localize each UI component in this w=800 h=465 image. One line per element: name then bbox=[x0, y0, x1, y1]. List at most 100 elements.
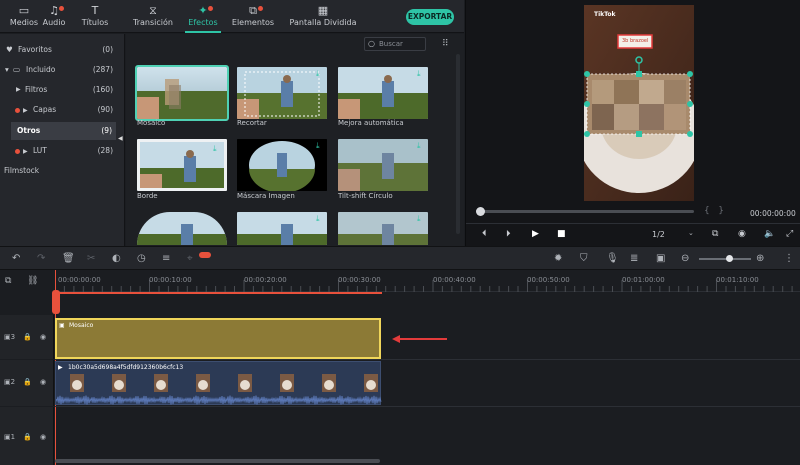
motion-tracking-icon[interactable]: ⌖ bbox=[187, 252, 193, 265]
zoom-in-icon[interactable]: ⊕ bbox=[756, 252, 764, 265]
download-icon[interactable]: ⤓ bbox=[316, 70, 324, 78]
lock-icon[interactable]: 🔒 bbox=[23, 433, 32, 441]
stop-icon[interactable]: ■ bbox=[557, 229, 566, 239]
download-icon[interactable]: ⤓ bbox=[316, 142, 324, 150]
mosaic-effect-clip[interactable]: ▣ Mosaico bbox=[55, 318, 381, 359]
delete-icon[interactable]: 🗑 bbox=[62, 252, 75, 265]
grid-scrollbar[interactable] bbox=[456, 54, 460, 234]
expand-arrow-icon[interactable]: ▶ bbox=[16, 81, 21, 99]
new-badge-dot bbox=[15, 148, 20, 154]
speed-icon[interactable]: ◷ bbox=[137, 252, 146, 265]
expand-arrow-icon[interactable]: ▶ bbox=[23, 148, 28, 155]
tree-item-otros[interactable]: Otros (9) bbox=[11, 122, 116, 140]
lock-icon[interactable]: 🔒 bbox=[23, 378, 32, 386]
expand-chevron-icon[interactable]: ▾ bbox=[5, 61, 9, 79]
tab-elementos[interactable]: ⧉ Elementos bbox=[223, 4, 283, 27]
ruler-time-label: 00:00:10:00 bbox=[149, 276, 192, 284]
eye-icon[interactable]: ◉ bbox=[40, 433, 46, 441]
eye-icon[interactable]: ◉ bbox=[40, 333, 46, 341]
grid-view-icon[interactable]: ⠿ bbox=[442, 39, 449, 49]
color-palette-icon[interactable]: ◐ bbox=[112, 252, 121, 265]
export-button[interactable]: EXPORTAR bbox=[406, 9, 454, 25]
seek-handle[interactable] bbox=[476, 207, 485, 216]
effect-label-mascara: Máscara Imagen bbox=[237, 192, 295, 200]
download-icon[interactable]: ⤓ bbox=[417, 142, 425, 150]
new-badge-dot bbox=[15, 107, 20, 113]
vineyard-thumbnail bbox=[338, 139, 428, 191]
video-clip[interactable]: ▶ 1b0c30a5d698a4f5dfd912360b6cfc13 bbox=[55, 361, 382, 405]
tree-item-label: LUT bbox=[33, 146, 47, 155]
notification-dot bbox=[258, 6, 263, 11]
download-icon[interactable]: ⤓ bbox=[417, 70, 425, 78]
tree-item-label: Capas bbox=[33, 105, 57, 114]
effect-thumb-borde[interactable]: ⤓ bbox=[137, 139, 227, 191]
tree-item-favoritos[interactable]: ♥ Favoritos (0) bbox=[0, 41, 125, 59]
eye-icon[interactable]: ◉ bbox=[40, 378, 46, 386]
subtitle-icon[interactable]: ▣ bbox=[656, 252, 665, 265]
folder-icon: ▭ bbox=[13, 65, 21, 74]
vineyard-thumbnail bbox=[137, 67, 227, 119]
effect-thumb-tiltshift[interactable]: ⤓ bbox=[338, 139, 428, 191]
tab-pantalla-dividida[interactable]: ▦ Pantalla Dividida bbox=[283, 4, 363, 27]
expand-arrow-icon[interactable]: ▶ bbox=[23, 107, 28, 114]
effect-thumb-9[interactable]: ⤓ bbox=[338, 212, 428, 245]
tree-item-incluido[interactable]: ▾ ▭ Incluido (287) bbox=[0, 61, 125, 79]
tab-audio[interactable]: ♫ Audio bbox=[34, 4, 74, 27]
effect-thumb-recortar[interactable]: ⤓ bbox=[237, 67, 327, 119]
play-pause-icon[interactable]: ⏵ bbox=[506, 229, 511, 239]
work-area-bar[interactable] bbox=[56, 292, 382, 294]
render-icon[interactable]: ✹ bbox=[554, 252, 562, 265]
more-icon[interactable]: ⋮ bbox=[784, 252, 794, 265]
play-icon[interactable]: ▶ bbox=[532, 229, 539, 239]
render-preview-icon[interactable]: ⧉ bbox=[712, 229, 718, 239]
vineyard-thumbnail bbox=[338, 212, 428, 245]
adjust-icon[interactable]: ≡ bbox=[162, 252, 170, 265]
new-badge bbox=[199, 252, 211, 258]
volume-icon[interactable]: 🔈 bbox=[764, 229, 775, 239]
effect-thumb-mejora[interactable]: ⤓ bbox=[338, 67, 428, 119]
search-input[interactable]: ○ Buscar bbox=[364, 37, 426, 51]
undo-icon[interactable]: ↶ bbox=[12, 252, 20, 265]
vineyard-thumbnail bbox=[237, 139, 327, 191]
step-back-icon[interactable]: ⏴ bbox=[482, 229, 487, 239]
timeline-ruler[interactable]: 00:00:00:00 00:00:10:00 00:00:20:00 00:0… bbox=[55, 270, 800, 292]
zoom-out-icon[interactable]: ⊖ bbox=[681, 252, 689, 265]
track-number: 2 bbox=[10, 378, 16, 386]
marker-icon[interactable]: ⛉ bbox=[580, 252, 588, 265]
tree-item-filtros[interactable]: ▶ Filtros (160) bbox=[0, 81, 125, 99]
tab-títulos[interactable]: T Títulos bbox=[75, 4, 115, 27]
zoom-slider-handle[interactable] bbox=[726, 255, 733, 262]
tree-item-filmstock[interactable]: Filmstock bbox=[0, 162, 125, 180]
effect-thumb-mosaico[interactable] bbox=[135, 65, 229, 121]
voiceover-icon[interactable]: ≣ bbox=[630, 252, 638, 265]
tree-item-capas[interactable]: ▶ Capas (90) bbox=[0, 101, 125, 119]
snapshot-icon[interactable]: ◉ bbox=[738, 229, 746, 239]
link-icon[interactable]: ⛓ bbox=[27, 276, 38, 286]
mark-in-out-icon[interactable]: { } bbox=[704, 206, 724, 216]
cut-icon[interactable]: ✂ bbox=[87, 252, 95, 265]
timeline-h-scrollbar[interactable] bbox=[55, 459, 380, 463]
lock-icon[interactable]: 🔒 bbox=[23, 333, 32, 341]
ruler-time-label: 00:00:50:00 bbox=[527, 276, 570, 284]
tree-item-count: (0) bbox=[102, 45, 113, 54]
tab-label: Títulos bbox=[81, 18, 109, 27]
microphone-icon[interactable]: 🎙 bbox=[606, 252, 619, 265]
effect-thumb-8[interactable]: ⤓ bbox=[237, 212, 327, 245]
download-icon[interactable] bbox=[216, 70, 224, 78]
tree-item-lut[interactable]: ▶ LUT (28) bbox=[0, 142, 125, 160]
collapse-panel-icon[interactable]: ◀ bbox=[118, 135, 123, 142]
download-icon[interactable]: ⤓ bbox=[316, 215, 324, 223]
preview-quality-select[interactable]: 1/2 bbox=[652, 230, 665, 239]
track-header-2: ▣2 🔒 ◉ bbox=[0, 360, 54, 406]
tree-item-label: Favoritos bbox=[18, 45, 52, 54]
chevron-down-icon[interactable]: ⌄ bbox=[688, 229, 694, 237]
effect-thumb-mascara[interactable]: ⤓ bbox=[237, 139, 327, 191]
fullscreen-icon[interactable]: ⤢ bbox=[786, 229, 793, 239]
download-icon[interactable]: ⤓ bbox=[417, 215, 425, 223]
download-icon[interactable]: ⤓ bbox=[213, 145, 221, 153]
redo-icon[interactable]: ↷ bbox=[37, 252, 45, 265]
effect-label-tiltshift: Tilt-shift Círculo bbox=[338, 192, 393, 200]
preview-seek-bar[interactable] bbox=[476, 210, 694, 213]
zoom-slider[interactable] bbox=[699, 258, 751, 260]
add-track-icon[interactable]: ⧉ bbox=[5, 276, 11, 286]
